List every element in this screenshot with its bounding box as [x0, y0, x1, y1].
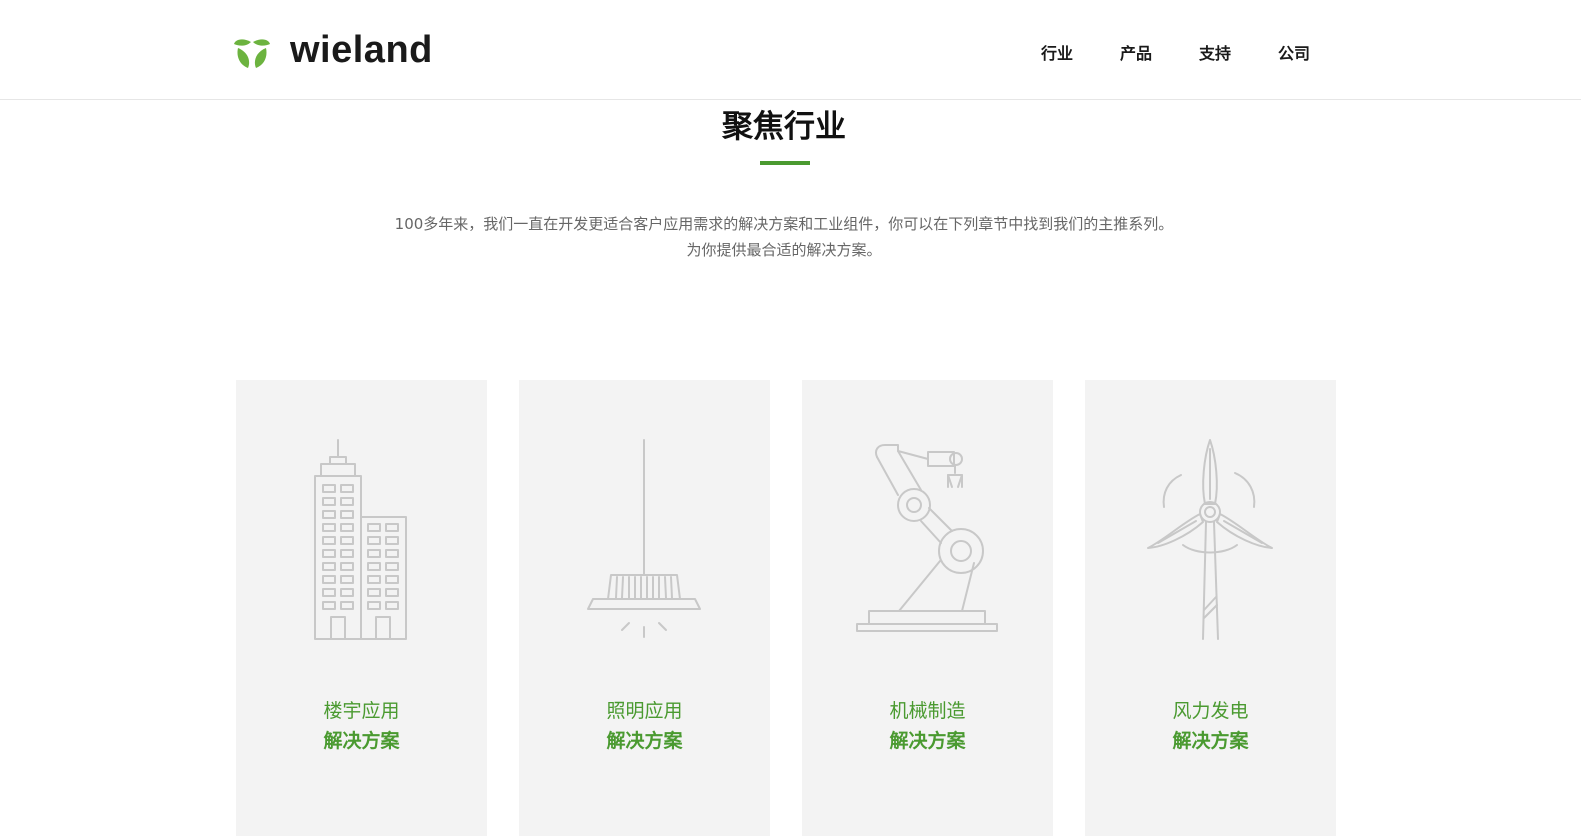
wind-turbine-icon	[1147, 439, 1273, 640]
card-lighting[interactable]: 照明应用 解决方案	[519, 380, 770, 836]
card-title: 楼宇应用	[323, 700, 400, 722]
card-subtitle: 解决方案	[606, 730, 683, 752]
intro-line-1: 100多年来，我们一直在开发更适合客户应用需求的解决方案和工业组件，你可以在下列…	[394, 215, 1174, 233]
wieland-leaf-icon: W	[234, 39, 270, 68]
site-header: W wieland 行业 产品 支持 公司	[0, 0, 1581, 100]
card-subtitle: 解决方案	[1172, 730, 1249, 752]
logo-wordmark: wieland	[290, 29, 433, 71]
nav-item-products[interactable]: 产品	[1120, 42, 1152, 66]
pendant-lamp-icon	[587, 439, 701, 638]
nav-item-support[interactable]: 支持	[1199, 42, 1231, 66]
title-underline	[760, 161, 810, 165]
card-wind-power[interactable]: 风力发电 解决方案	[1085, 380, 1336, 836]
card-title: 机械制造	[889, 700, 966, 722]
nav-item-industry[interactable]: 行业	[1041, 42, 1073, 66]
card-subtitle: 解决方案	[889, 730, 966, 752]
intro-line-2: 为你提供最合适的解决方案。	[686, 241, 882, 259]
industry-cards: 楼宇应用 解决方案 照明应用 解决方案 机械制造 解决方案 风力发电 解决方案	[236, 380, 1336, 836]
main-nav: 行业 产品 支持 公司	[1041, 42, 1310, 66]
robot-arm-icon	[856, 444, 998, 632]
section-intro: 100多年来，我们一直在开发更适合客户应用需求的解决方案和工业组件，你可以在下列…	[0, 211, 1568, 263]
section-title: 聚焦行业	[722, 109, 846, 145]
card-title: 照明应用	[606, 700, 683, 722]
card-subtitle: 解决方案	[323, 730, 400, 752]
card-title: 风力发电	[1172, 700, 1249, 722]
nav-item-company[interactable]: 公司	[1278, 42, 1310, 66]
card-building[interactable]: 楼宇应用 解决方案	[236, 380, 487, 836]
svg-text:W: W	[247, 47, 258, 59]
card-machinery[interactable]: 机械制造 解决方案	[802, 380, 1053, 836]
wieland-logo[interactable]: W wieland	[234, 30, 433, 70]
building-icon	[314, 439, 407, 640]
